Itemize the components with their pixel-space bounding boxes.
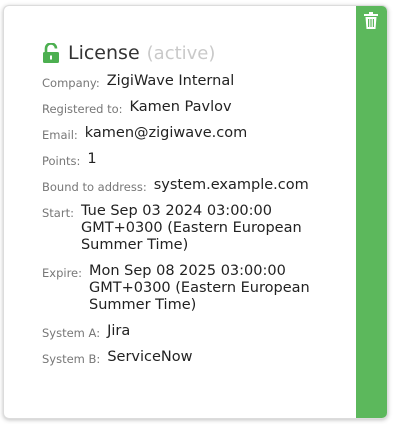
license-title: License bbox=[68, 42, 140, 64]
license-side-strip bbox=[356, 6, 387, 418]
license-details: License (active) Company: ZigiWave Inter… bbox=[42, 42, 356, 375]
field-label: Points: bbox=[42, 154, 81, 168]
field-label: System A: bbox=[42, 326, 101, 340]
field-value: Tue Sep 03 2024 03:00:00 GMT+0300 (Easte… bbox=[80, 203, 302, 253]
field-value: Jira bbox=[107, 323, 131, 339]
field-email: Email: kamen@zigiwave.com bbox=[42, 125, 356, 142]
field-company: Company: ZigiWave Internal bbox=[42, 73, 356, 90]
license-title-row: License (active) bbox=[42, 42, 356, 64]
field-system-a: System A: Jira bbox=[42, 323, 356, 340]
field-value: system.example.com bbox=[153, 177, 309, 193]
delete-license-button[interactable] bbox=[361, 9, 381, 31]
field-label: Bound to address: bbox=[42, 180, 147, 194]
field-value: Kamen Pavlov bbox=[129, 99, 232, 115]
field-registered-to: Registered to: Kamen Pavlov bbox=[42, 99, 356, 116]
lock-open-icon bbox=[43, 43, 59, 63]
field-system-b: System B: ServiceNow bbox=[42, 349, 356, 366]
field-points: Points: 1 bbox=[42, 151, 356, 168]
field-value: Mon Sep 08 2025 03:00:00 GMT+0300 (Easte… bbox=[89, 263, 310, 313]
trash-icon bbox=[364, 11, 378, 29]
field-expire: Expire: Mon Sep 08 2025 03:00:00 GMT+030… bbox=[42, 263, 356, 314]
field-start: Start: Tue Sep 03 2024 03:00:00 GMT+0300… bbox=[42, 203, 356, 254]
field-bound-address: Bound to address: system.example.com bbox=[42, 177, 356, 194]
field-label: Registered to: bbox=[42, 102, 123, 116]
field-value: ServiceNow bbox=[107, 349, 193, 365]
field-label: Start: bbox=[42, 206, 74, 220]
license-status: (active) bbox=[146, 42, 216, 64]
field-value: ZigiWave Internal bbox=[106, 73, 235, 89]
field-label: System B: bbox=[42, 352, 101, 366]
field-value: kamen@zigiwave.com bbox=[84, 125, 248, 141]
field-label: Email: bbox=[42, 128, 78, 142]
field-value: 1 bbox=[87, 151, 97, 167]
license-card: License (active) Company: ZigiWave Inter… bbox=[3, 5, 388, 419]
field-label: Company: bbox=[42, 76, 100, 90]
field-label: Expire: bbox=[42, 266, 82, 280]
